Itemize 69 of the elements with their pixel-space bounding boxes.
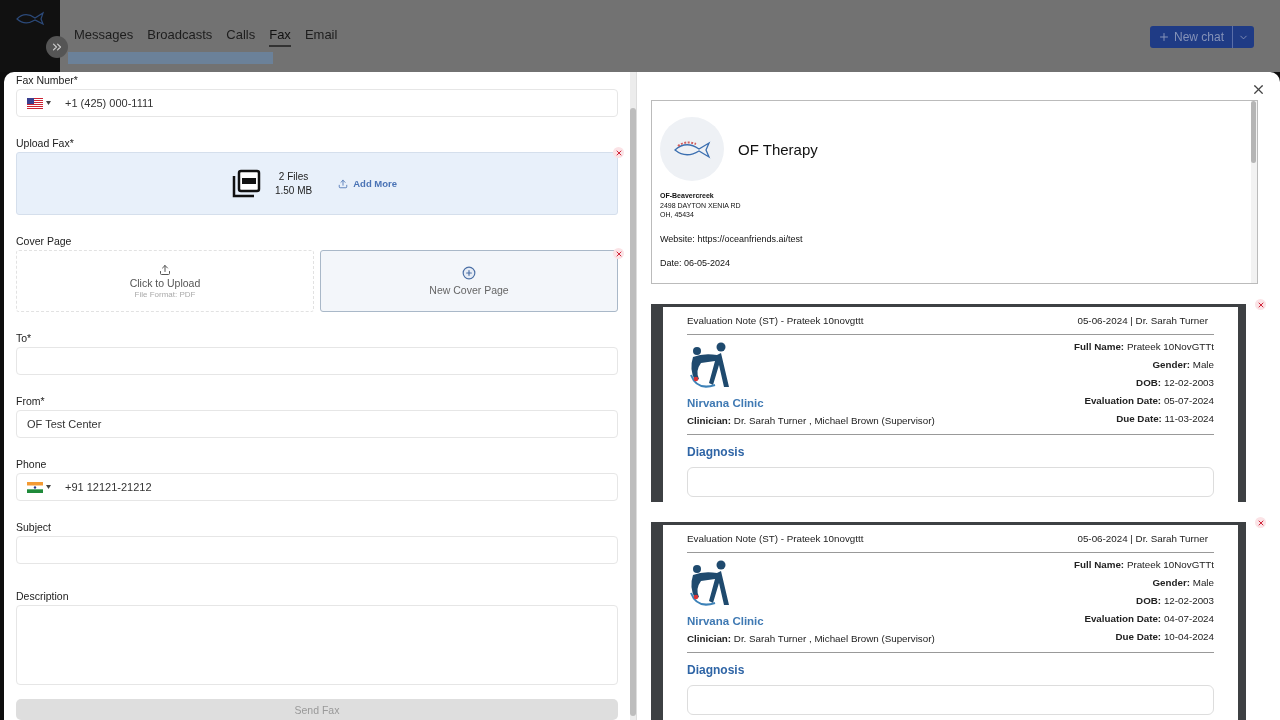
fish-logo-icon bbox=[15, 10, 45, 26]
field-label: From* bbox=[16, 395, 46, 407]
file-count: 2 Files bbox=[278, 169, 309, 184]
plus-icon bbox=[462, 266, 476, 280]
phone-field[interactable]: +1 (425) 000-1111 bbox=[16, 89, 618, 117]
caret-icon bbox=[46, 101, 51, 105]
clinic-name: Nirvana Clinic bbox=[687, 615, 765, 628]
format-hint: File Format: PDF bbox=[134, 289, 196, 299]
field-label: Phone bbox=[16, 458, 48, 470]
patient-detail: Gender: Male bbox=[1152, 577, 1214, 589]
remove-button[interactable] bbox=[613, 147, 624, 158]
nav-tab[interactable]: Calls bbox=[226, 27, 256, 47]
remove-button[interactable] bbox=[1255, 517, 1266, 529]
field-label: Description bbox=[16, 590, 70, 602]
patient-detail: Evaluation Date: 04-07-2024 bbox=[1084, 613, 1214, 625]
patient-detail: DOB: 12-02-2003 bbox=[1136, 377, 1214, 389]
section-heading: Diagnosis bbox=[687, 445, 746, 460]
plus-icon bbox=[1157, 31, 1170, 43]
nav-tab[interactable]: Messages bbox=[74, 27, 134, 47]
remove-button[interactable] bbox=[613, 248, 624, 259]
patient-detail: Full Name: Prateek 10NovGTTt bbox=[1074, 341, 1214, 353]
new-cover-page-button[interactable]: New Cover Page bbox=[320, 250, 618, 312]
patient-detail: Full Name: Prateek 10NovGTTt bbox=[1074, 559, 1214, 571]
clinician-line: Clinician: Dr. Sarah Turner , Michael Brown (Supervisor) bbox=[687, 415, 935, 427]
new-chat-main[interactable]: New chat bbox=[1149, 26, 1233, 48]
file-size: 1.50 MB bbox=[274, 183, 313, 198]
fish-logo-icon bbox=[672, 138, 712, 160]
patient-detail: Evaluation Date: 05-07-2024 bbox=[1084, 395, 1214, 407]
text-field[interactable]: OF Test Center bbox=[16, 410, 618, 438]
scrollbar[interactable] bbox=[1251, 101, 1257, 284]
new-chat-button[interactable]: New chat bbox=[1149, 26, 1254, 48]
field-label: Fax Number* bbox=[16, 74, 79, 86]
note-meta: 05-06-2024 | Dr. Sarah Turner bbox=[1077, 533, 1208, 547]
patient-detail: Due Date: 11-03-2024 bbox=[1116, 413, 1214, 425]
nav-tab[interactable]: Fax bbox=[269, 27, 291, 47]
expand-sidebar-button[interactable] bbox=[46, 36, 68, 58]
clinician-line: Clinician: Dr. Sarah Turner , Michael Brown (Supervisor) bbox=[687, 633, 935, 645]
upload-icon bbox=[338, 178, 349, 189]
close-icon[interactable] bbox=[1251, 82, 1266, 97]
patient-detail: Gender: Male bbox=[1152, 359, 1214, 371]
field-label: Cover Page bbox=[16, 235, 73, 247]
nav-tab[interactable]: Broadcasts bbox=[147, 27, 213, 47]
nav-tab[interactable]: Email bbox=[304, 27, 338, 47]
upload-icon bbox=[159, 263, 171, 276]
upload-label: Click to Upload bbox=[129, 276, 201, 289]
remove-button[interactable] bbox=[1255, 299, 1266, 311]
section-heading: Diagnosis bbox=[687, 663, 746, 678]
pdf-icon bbox=[230, 168, 261, 199]
upload-cover-button[interactable]: Click to Upload File Format: PDF bbox=[16, 250, 314, 312]
date-line: Date: 06-05-2024 bbox=[660, 257, 732, 268]
text-field[interactable] bbox=[16, 536, 618, 564]
company-name: OF Therapy bbox=[738, 140, 818, 158]
description-field[interactable] bbox=[16, 605, 618, 685]
add-more-button[interactable]: Add More bbox=[332, 177, 404, 190]
field-label: Upload Fax* bbox=[16, 137, 75, 149]
note-title: Evaluation Note (ST) - Prateek 10novgttt bbox=[687, 533, 864, 547]
website-line: Website: https://oceanfriends.ai/test bbox=[660, 233, 804, 244]
patient-detail: DOB: 12-02-2003 bbox=[1136, 595, 1214, 607]
field-label: To* bbox=[16, 332, 33, 344]
scrollbar[interactable] bbox=[630, 72, 636, 720]
clinic-name: Nirvana Clinic bbox=[687, 397, 765, 410]
caret-icon bbox=[46, 485, 51, 489]
text-field[interactable] bbox=[16, 347, 618, 375]
note-title: Evaluation Note (ST) - Prateek 10novgttt bbox=[687, 315, 864, 329]
note-meta: 05-06-2024 | Dr. Sarah Turner bbox=[1077, 315, 1208, 329]
chevrons-right-icon bbox=[50, 40, 64, 54]
field-label: Subject bbox=[16, 521, 53, 533]
phone-field[interactable]: +91 12121-21212 bbox=[16, 473, 618, 501]
patient-detail: Due Date: 10-04-2024 bbox=[1115, 631, 1214, 643]
